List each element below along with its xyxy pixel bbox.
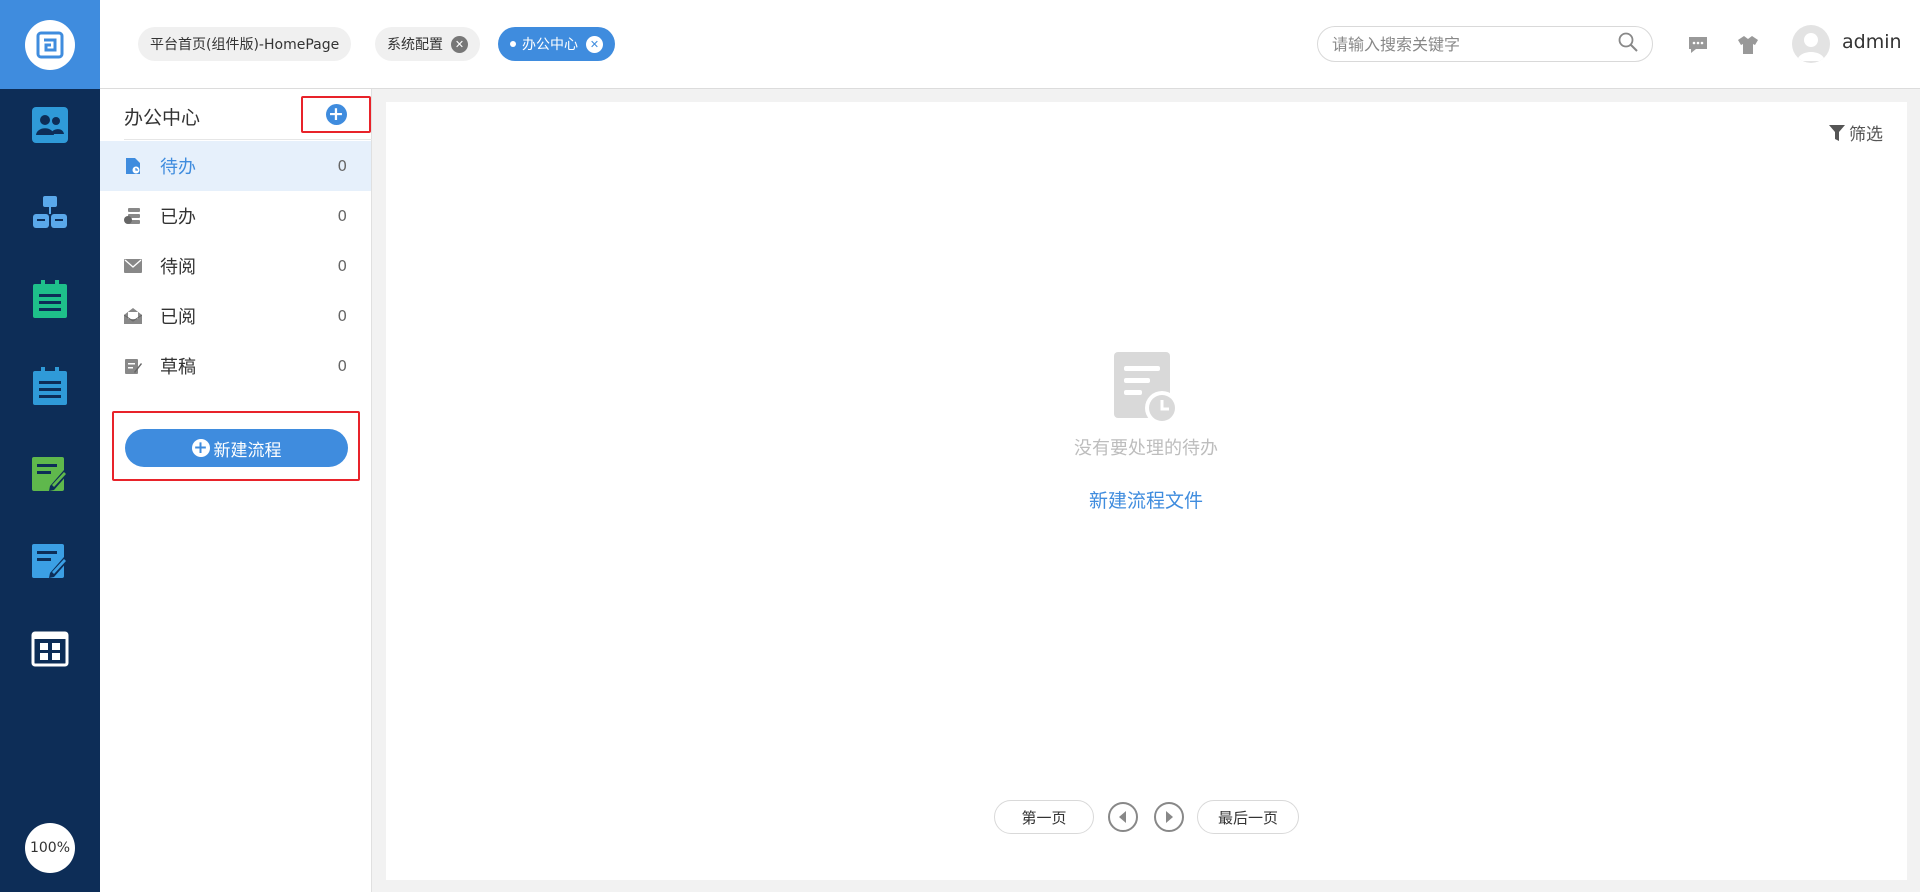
next-page-icon[interactable]	[1154, 802, 1184, 832]
new-flow-button[interactable]: + 新建流程	[125, 429, 348, 467]
sidebar-item-label: 已办	[160, 207, 196, 228]
empty-message: 没有要处理的待办	[1074, 438, 1218, 459]
todo-doc-icon	[124, 157, 142, 175]
edit-document-icon	[30, 454, 70, 498]
sidebar-item-draft[interactable]: 草稿 0	[100, 341, 371, 391]
rail-item-edit-doc[interactable]	[0, 446, 100, 506]
sidebar-item-count: 0	[337, 307, 347, 325]
sidebar-item-label: 已阅	[160, 307, 196, 328]
search-box	[1317, 26, 1653, 62]
username[interactable]: admin	[1842, 31, 1902, 53]
sidebar-item-to-read[interactable]: 待阅 0	[100, 241, 371, 291]
clipboard-icon	[31, 279, 69, 323]
edit-form-icon	[30, 541, 70, 585]
tab-homepage[interactable]: 平台首页(组件版)-HomePage	[138, 27, 352, 61]
tab-system-config[interactable]: 系统配置 ✕	[375, 27, 480, 61]
app-grid-icon	[31, 631, 69, 671]
rail-item-org[interactable]	[0, 184, 100, 244]
add-button[interactable]: +	[301, 96, 371, 133]
sidebar-item-count: 0	[337, 157, 347, 175]
mail-icon	[124, 257, 142, 275]
office-sidebar: 办公中心 + 待办 0 已办 0 待阅 0 已阅 0 草稿 0 + 新建流程	[100, 89, 372, 892]
sidebar-item-read[interactable]: 已阅 0	[100, 291, 371, 341]
rail-item-users[interactable]	[0, 97, 100, 157]
divider	[124, 139, 372, 140]
theme-shirt-icon[interactable]	[1735, 32, 1761, 58]
draft-icon	[124, 357, 142, 375]
close-icon[interactable]: ✕	[451, 35, 468, 53]
rail-item-edit-form[interactable]	[0, 533, 100, 593]
sidebar-item-label: 待阅	[160, 257, 196, 278]
active-dot-icon	[510, 41, 516, 47]
main-panel: 筛选 没有要处理的待办 新建流程文件 第一页 最后一页	[386, 102, 1907, 880]
empty-document-icon	[1112, 350, 1184, 430]
sidebar-item-count: 0	[337, 257, 347, 275]
sidebar-title: 办公中心	[124, 107, 201, 129]
search-input[interactable]	[1332, 34, 1618, 54]
app-logo[interactable]	[0, 0, 100, 89]
avatar[interactable]	[1792, 25, 1830, 63]
mail-open-icon	[124, 307, 142, 325]
rail-item-apps[interactable]	[0, 621, 100, 681]
sidebar-item-todo[interactable]: 待办 0	[100, 141, 371, 191]
zoom-indicator[interactable]: 100%	[25, 823, 75, 873]
filter-button[interactable]: 筛选	[1829, 120, 1883, 145]
rail-item-clipboard[interactable]	[0, 271, 100, 331]
sidebar-item-count: 0	[337, 207, 347, 225]
tab-office-center[interactable]: 办公中心 ✕	[498, 27, 615, 61]
search-icon[interactable]	[1618, 32, 1638, 56]
sidebar-item-label: 草稿	[160, 357, 196, 378]
plus-circle-icon: +	[325, 104, 347, 125]
clipboard-list-icon	[31, 366, 69, 410]
users-icon	[31, 106, 69, 148]
rail-item-list[interactable]	[0, 358, 100, 418]
logo-icon	[25, 19, 75, 70]
sidebar-item-count: 0	[337, 357, 347, 375]
close-icon[interactable]: ✕	[586, 35, 603, 53]
tab-label: 平台首页(组件版)-HomePage	[150, 37, 340, 53]
prev-page-icon[interactable]	[1108, 802, 1138, 832]
icon-rail: 100%	[0, 0, 100, 892]
last-page-button[interactable]: 最后一页	[1197, 800, 1299, 834]
top-bar: 平台首页(组件版)-HomePage 系统配置 ✕ 办公中心 ✕ 请输入搜索关键…	[100, 0, 1920, 89]
new-flow-file-link[interactable]: 新建流程文件	[1066, 486, 1226, 513]
tab-label: 系统配置	[387, 37, 443, 53]
done-stack-icon	[124, 207, 142, 225]
new-flow-label: 新建流程	[213, 440, 282, 461]
sidebar-item-label: 待办	[160, 157, 196, 178]
filter-label: 筛选	[1849, 125, 1883, 145]
message-icon[interactable]	[1685, 32, 1711, 58]
sidebar-item-done[interactable]: 已办 0	[100, 191, 371, 241]
org-chart-icon	[30, 192, 70, 236]
filter-funnel-icon	[1829, 124, 1845, 141]
plus-circle-icon: +	[191, 438, 210, 458]
first-page-button[interactable]: 第一页	[994, 800, 1094, 834]
tab-label: 办公中心	[522, 37, 578, 53]
